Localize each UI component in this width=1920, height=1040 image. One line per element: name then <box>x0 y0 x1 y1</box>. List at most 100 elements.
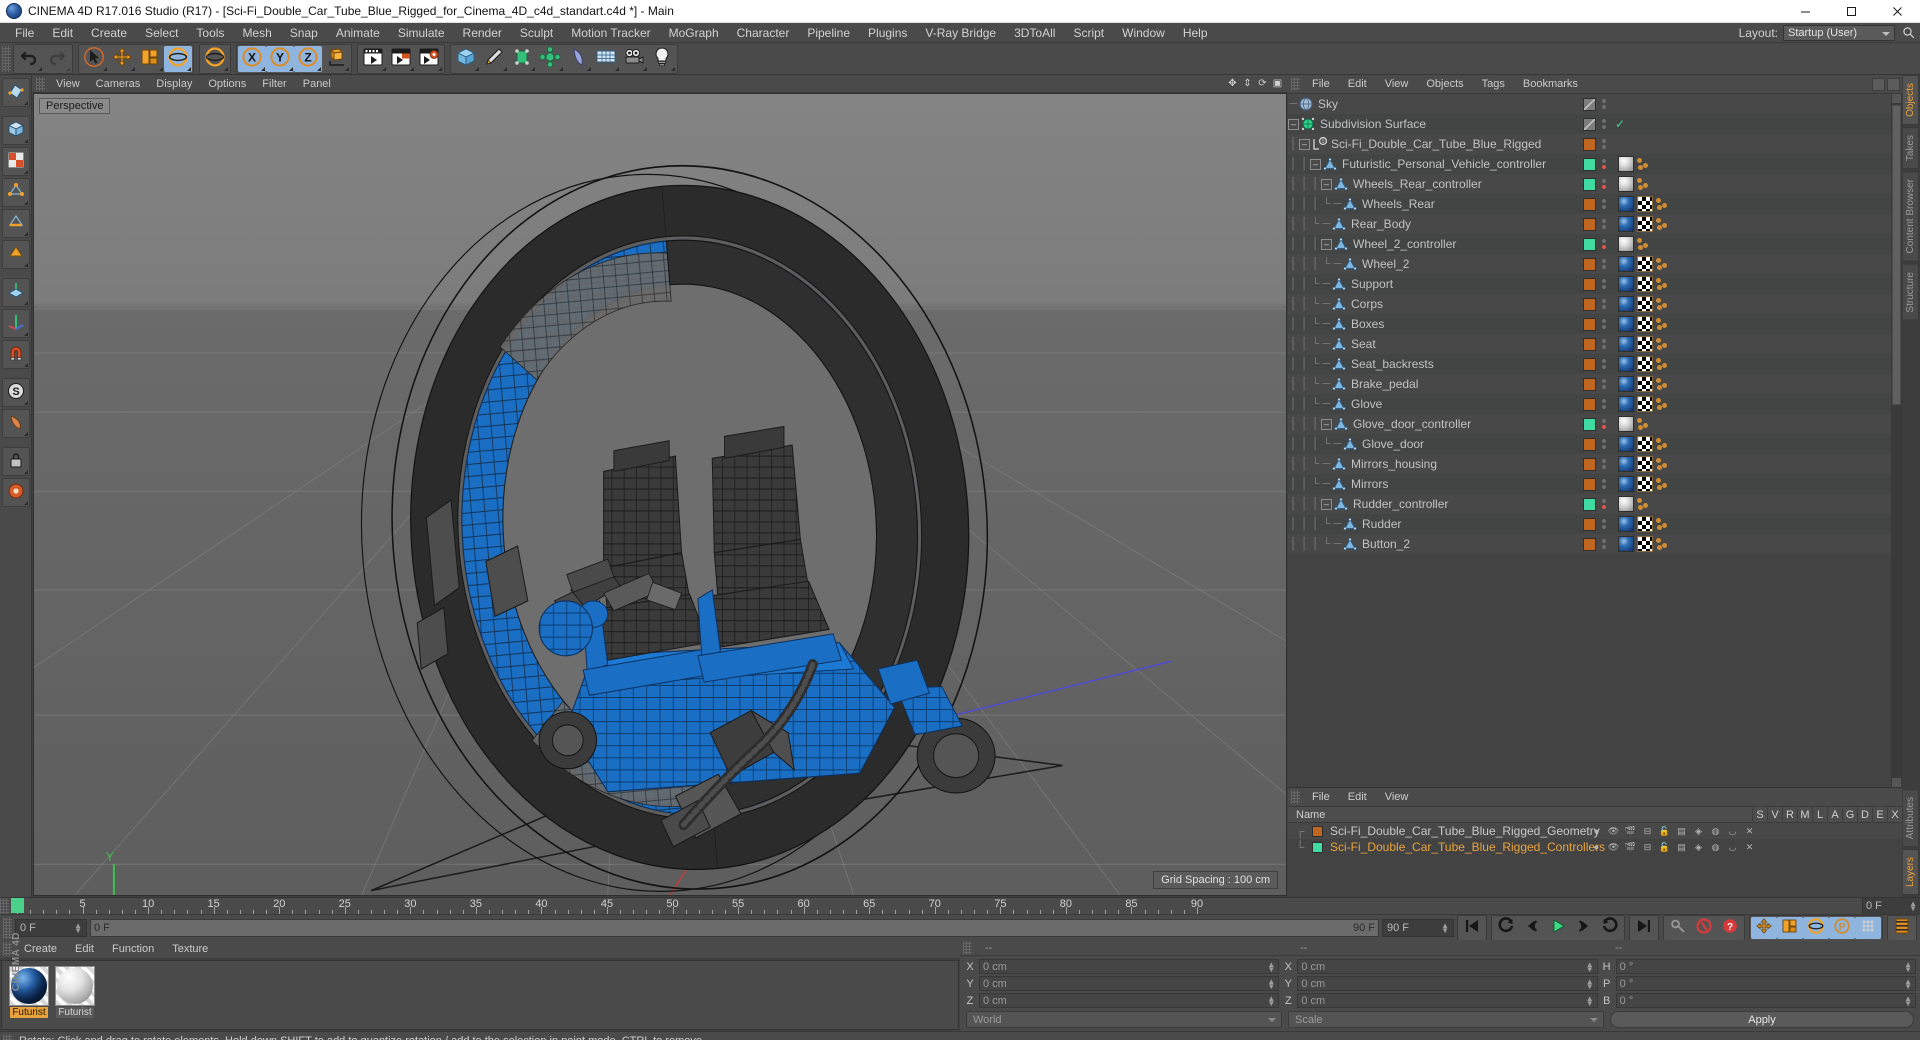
rotation-key-button[interactable] <box>1803 916 1829 939</box>
rotate-tool[interactable] <box>164 45 192 72</box>
visibility-dots[interactable] <box>1602 399 1607 409</box>
visibility-dots[interactable] <box>1602 359 1607 369</box>
material-tag-icon[interactable] <box>1618 176 1634 192</box>
object-row[interactable]: │ │ │ – Glove_door_controller <box>1288 414 1902 434</box>
layer-color-chip[interactable] <box>1583 137 1596 151</box>
autokeying-button[interactable] <box>1691 917 1717 939</box>
xpresso-tag-icon[interactable] <box>1656 357 1670 371</box>
material-tag-icon[interactable] <box>1618 256 1634 272</box>
material-tag-icon[interactable] <box>1618 196 1634 212</box>
object-manager-grip[interactable] <box>1291 77 1300 91</box>
lock-x-button[interactable]: X <box>238 45 266 72</box>
expression-toggle-icon[interactable]: ◡ <box>1726 825 1739 838</box>
menu-item-3dtoall[interactable]: 3DToAll <box>1005 23 1064 43</box>
close-button[interactable] <box>1874 0 1920 23</box>
object-manager-menu-edit[interactable]: Edit <box>1339 75 1376 94</box>
layer-color-chip[interactable] <box>1583 257 1596 271</box>
menu-item-animate[interactable]: Animate <box>327 23 389 43</box>
object-row[interactable]: │ │ │ └ ─ Button_2 <box>1288 534 1902 554</box>
material-tag-icon[interactable] <box>1618 296 1634 312</box>
menu-item-tools[interactable]: Tools <box>187 23 233 43</box>
xpresso-tag-icon[interactable] <box>1656 297 1670 311</box>
object-row[interactable]: │ – 0 Sci-Fi_Double_Car_Tube_Blue_Rigged <box>1288 134 1902 154</box>
generator-toggle-icon[interactable]: ◈ <box>1692 825 1705 838</box>
xpresso-tag-icon[interactable] <box>1656 517 1670 531</box>
menu-item-plugins[interactable]: Plugins <box>859 23 916 43</box>
xpresso-tag-icon[interactable] <box>1656 217 1670 231</box>
panel-menu-icon[interactable] <box>1887 77 1900 91</box>
xpresso-tag-icon[interactable] <box>1656 437 1670 451</box>
layer-manager-menu-view[interactable]: View <box>1376 788 1418 807</box>
visibility-dots[interactable] <box>1602 239 1607 249</box>
layer-color-chip[interactable] <box>1583 437 1596 451</box>
object-row[interactable]: │ │ │ – Wheel_2_controller <box>1288 234 1902 254</box>
spinner-icon[interactable]: ▲ ▼ <box>1267 977 1275 990</box>
position-y-field[interactable]: 0 cm ▲ ▼ <box>979 976 1280 991</box>
go-to-start-button[interactable] <box>1459 917 1485 939</box>
add-cube-button[interactable] <box>452 46 480 72</box>
layer-row[interactable]: ┌ Sci-Fi_Double_Car_Tube_Blue_Rigged_Geom… <box>1288 823 1902 839</box>
expander-collapse-icon[interactable]: – <box>1299 138 1310 150</box>
move-tool[interactable] <box>108 46 136 72</box>
spinner-icon[interactable]: ▲ ▼ <box>1586 994 1594 1007</box>
rotation-p-field[interactable]: 0 ° ▲ ▼ <box>1615 976 1916 991</box>
object-row[interactable]: │ │ │ └ ─ Wheels_Rear <box>1288 194 1902 214</box>
spinner-icon[interactable]: ▲ ▼ <box>1586 960 1594 973</box>
expander-collapse-icon[interactable]: – <box>1321 498 1332 510</box>
timeline-frame-field[interactable]: 0 F ▲ ▼ <box>1862 898 1920 914</box>
add-camera-button[interactable] <box>620 46 648 72</box>
uv-tag-icon[interactable] <box>1637 196 1653 212</box>
xpresso-tag-icon[interactable] <box>1656 197 1670 211</box>
search-icon[interactable] <box>1900 25 1916 41</box>
menu-item-mograph[interactable]: MoGraph <box>660 23 728 43</box>
layer-manager-menu-file[interactable]: File <box>1303 788 1339 807</box>
layer-color-chip[interactable] <box>1583 357 1596 371</box>
expander-collapse-icon[interactable]: – <box>1321 238 1332 250</box>
expander-collapse-icon[interactable]: – <box>1321 418 1332 430</box>
lock-z-button[interactable]: Z <box>294 45 322 72</box>
uv-tag-icon[interactable] <box>1637 436 1653 452</box>
generator-toggle-icon[interactable]: ◈ <box>1692 841 1705 854</box>
visibility-dots[interactable] <box>1602 319 1607 329</box>
xpresso-tag-icon[interactable] <box>1656 257 1670 271</box>
xpresso-tag-icon[interactable] <box>1637 497 1651 511</box>
right-tab-layers[interactable]: Layers <box>1903 848 1919 895</box>
expression-toggle-icon[interactable]: ◡ <box>1726 841 1739 854</box>
material-tag-icon[interactable] <box>1618 496 1634 512</box>
viewport-menu-view[interactable]: View <box>48 75 88 93</box>
edges-mode-button[interactable] <box>1 209 30 238</box>
viewport-menu-display[interactable]: Display <box>148 75 200 93</box>
render-settings-button[interactable] <box>415 46 443 72</box>
xpresso-tag-icon[interactable] <box>1656 397 1670 411</box>
visibility-dots[interactable] <box>1602 479 1607 489</box>
menu-item-pipeline[interactable]: Pipeline <box>798 23 859 43</box>
object-manager-menu-objects[interactable]: Objects <box>1417 75 1472 94</box>
spinner-icon[interactable]: ▲ ▼ <box>1904 994 1912 1007</box>
viewport-menu-panel[interactable]: Panel <box>295 75 339 93</box>
object-manager-menu-bookmarks[interactable]: Bookmarks <box>1514 75 1587 94</box>
maximize-view-icon[interactable]: ▣ <box>1271 76 1284 90</box>
object-row[interactable]: │ │ └ ─ Support <box>1288 274 1902 294</box>
add-spline-button[interactable] <box>480 46 508 72</box>
menu-item-script[interactable]: Script <box>1064 23 1113 43</box>
object-manager-scrollbar[interactable] <box>1891 94 1902 787</box>
visibility-dots[interactable] <box>1602 259 1607 269</box>
visible-toggle-icon[interactable]: 👁 <box>1607 825 1620 838</box>
material-menu-edit[interactable]: Edit <box>66 940 103 959</box>
visibility-dots[interactable] <box>1602 379 1607 389</box>
layer-color-chip[interactable] <box>1583 277 1596 291</box>
enable-snap-button[interactable] <box>1 340 30 369</box>
visibility-dots[interactable] <box>1602 539 1607 549</box>
layer-color-chip[interactable] <box>1583 497 1596 511</box>
object-row[interactable]: │ │ │ └ ─ Rudder <box>1288 514 1902 534</box>
material-tag-icon[interactable] <box>1618 516 1634 532</box>
uv-tag-icon[interactable] <box>1637 296 1653 312</box>
material-tag-icon[interactable] <box>1618 276 1634 292</box>
deformers-toggle-button[interactable] <box>1 409 30 438</box>
visibility-dots[interactable] <box>1602 459 1607 469</box>
max-frame-field[interactable]: 90 F ▲ ▼ <box>1382 918 1454 937</box>
visibility-dots[interactable] <box>1602 299 1607 309</box>
viewport-menu-grip[interactable] <box>36 76 45 91</box>
visibility-dots[interactable] <box>1602 159 1607 169</box>
object-row[interactable]: │ │ │ – Rudder_controller <box>1288 494 1902 514</box>
